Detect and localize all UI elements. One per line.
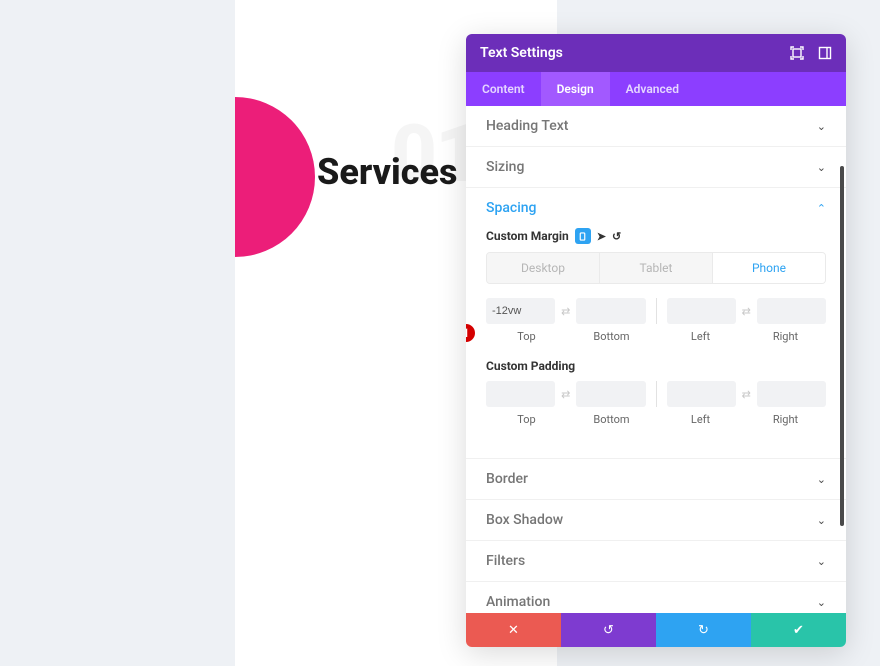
scrollbar[interactable] (840, 166, 844, 526)
section-border-label: Border (486, 471, 528, 487)
redo-button[interactable]: ↻ (656, 613, 751, 647)
chevron-down-icon: ⌄ (817, 596, 826, 609)
padding-bottom-input[interactable] (576, 381, 645, 407)
margin-left-input[interactable] (667, 298, 736, 324)
panel-scroll-area: Heading Text ⌄ Sizing ⌄ Spacing ⌃ Custom… (466, 106, 846, 613)
device-tab-phone[interactable]: Phone (712, 253, 825, 283)
section-spacing[interactable]: Spacing ⌃ (466, 188, 846, 228)
section-animation-label: Animation (486, 594, 550, 610)
link-values-icon[interactable]: ⇄ (740, 388, 753, 401)
margin-bottom-input[interactable] (576, 298, 645, 324)
section-heading-text[interactable]: Heading Text ⌄ (466, 106, 846, 146)
separator (656, 381, 657, 407)
section-filters[interactable]: Filters ⌄ (466, 541, 846, 581)
section-heading-text-label: Heading Text (486, 118, 568, 134)
tab-content[interactable]: Content (466, 72, 541, 106)
custom-margin-label-row: Custom Margin ➤ ↺ (486, 228, 826, 244)
heading-services: Services (317, 151, 457, 193)
save-button[interactable]: ✔ (751, 613, 846, 647)
padding-side-labels: Top Bottom Left Right (486, 413, 826, 426)
spacing-body: Custom Margin ➤ ↺ Desktop Tablet Phone ⇄ (466, 228, 846, 458)
label-top: Top (486, 413, 567, 426)
padding-left-input[interactable] (667, 381, 736, 407)
separator (656, 298, 657, 324)
section-box-shadow-label: Box Shadow (486, 512, 563, 528)
tab-design[interactable]: Design (541, 72, 610, 106)
label-bottom: Bottom (571, 413, 652, 426)
device-tabs: Desktop Tablet Phone (486, 252, 826, 284)
section-sizing-label: Sizing (486, 159, 524, 175)
label-top: Top (486, 330, 567, 343)
chevron-up-icon: ⌃ (817, 202, 826, 215)
margin-side-labels: Top Bottom Left Right (486, 330, 826, 343)
label-right: Right (745, 330, 826, 343)
device-tab-tablet[interactable]: Tablet (599, 253, 712, 283)
padding-inputs: ⇄ ⇄ (486, 381, 826, 407)
custom-padding-label: Custom Padding (486, 359, 575, 373)
tab-advanced[interactable]: Advanced (610, 72, 695, 106)
section-animation[interactable]: Animation ⌄ (466, 582, 846, 613)
responsive-phone-icon[interactable] (575, 228, 591, 244)
panel-tabs: Content Design Advanced (466, 72, 846, 106)
chevron-down-icon: ⌄ (817, 473, 826, 486)
margin-right-input[interactable] (757, 298, 826, 324)
label-bottom: Bottom (571, 330, 652, 343)
expand-icon[interactable] (790, 46, 804, 60)
panel-title: Text Settings (480, 45, 790, 61)
link-values-icon[interactable]: ⇄ (740, 305, 753, 318)
section-filters-label: Filters (486, 553, 525, 569)
margin-top-input[interactable] (486, 298, 555, 324)
margin-inputs: ⇄ ⇄ (486, 298, 826, 324)
chevron-down-icon: ⌄ (817, 514, 826, 527)
padding-right-input[interactable] (757, 381, 826, 407)
snap-icon[interactable] (818, 46, 832, 60)
section-spacing-label: Spacing (486, 200, 537, 216)
label-left: Left (660, 413, 741, 426)
section-sizing[interactable]: Sizing ⌄ (466, 147, 846, 187)
link-values-icon[interactable]: ⇄ (559, 305, 572, 318)
cancel-button[interactable]: ✕ (466, 613, 561, 647)
pink-circle-shape (235, 97, 315, 257)
custom-margin-label: Custom Margin (486, 229, 569, 243)
undo-button[interactable]: ↺ (561, 613, 656, 647)
padding-top-input[interactable] (486, 381, 555, 407)
reset-icon[interactable]: ↺ (612, 230, 621, 243)
label-right: Right (745, 413, 826, 426)
link-values-icon[interactable]: ⇄ (559, 388, 572, 401)
chevron-down-icon: ⌄ (817, 161, 826, 174)
device-tab-desktop[interactable]: Desktop (487, 253, 599, 283)
section-box-shadow[interactable]: Box Shadow ⌄ (466, 500, 846, 540)
hover-cursor-icon[interactable]: ➤ (597, 230, 606, 243)
panel-footer: ✕ ↺ ↻ ✔ (466, 613, 846, 647)
panel-header[interactable]: Text Settings (466, 34, 846, 72)
chevron-down-icon: ⌄ (817, 555, 826, 568)
chevron-down-icon: ⌄ (817, 120, 826, 133)
section-border[interactable]: Border ⌄ (466, 459, 846, 499)
label-left: Left (660, 330, 741, 343)
custom-padding-label-row: Custom Padding (486, 359, 826, 373)
settings-panel: 1 Text Settings Content Design Advanced … (466, 34, 846, 647)
